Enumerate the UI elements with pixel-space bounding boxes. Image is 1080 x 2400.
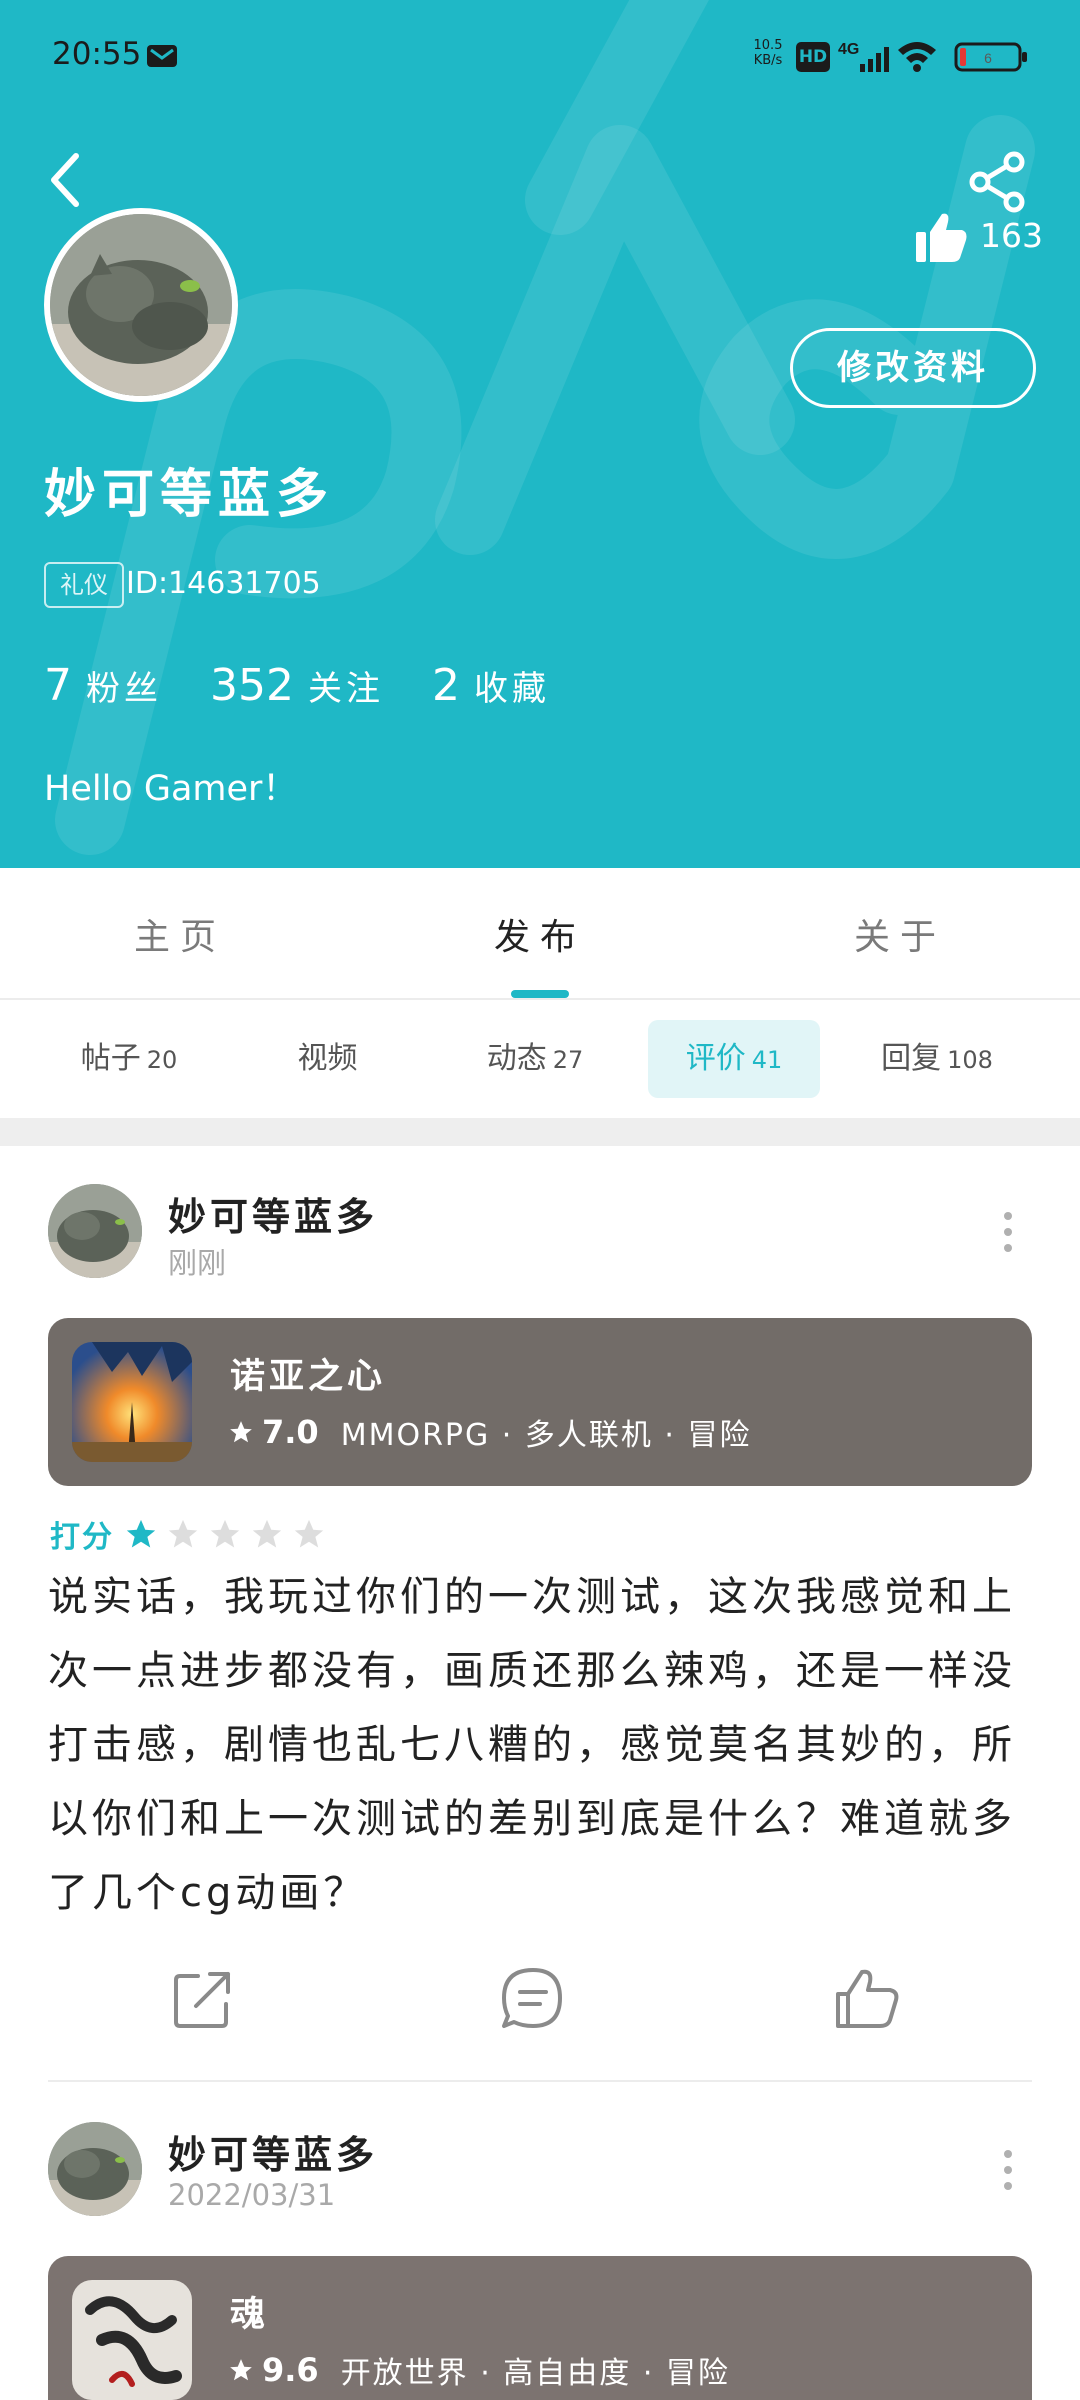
- game-meta: 7.0 MMORPG · 多人联机 · 冒险: [228, 1410, 751, 1454]
- cat-photo: [48, 2122, 142, 2216]
- following-label[interactable]: 关注: [308, 661, 384, 710]
- followers-count[interactable]: 7: [44, 660, 72, 711]
- post-author[interactable]: 妙可等蓝多: [168, 2124, 378, 2179]
- more-vertical-icon[interactable]: [998, 1210, 1018, 1254]
- game-card[interactable]: 魂 9.6 开放世界 · 高自由度 · 冒险: [48, 2256, 1032, 2400]
- subtab-reviews-label: 评价: [685, 1041, 746, 1076]
- edit-profile-button[interactable]: 修改资料: [790, 328, 1036, 408]
- thumbs-up-icon[interactable]: [914, 210, 968, 264]
- signal-4g-icon: 4G: [838, 41, 889, 72]
- section-divider: [0, 1118, 1080, 1146]
- star-icon: [230, 2359, 252, 2381]
- watermark-logo: [55, 0, 1035, 855]
- review-text[interactable]: 说实话，我玩过你们的一次测试，这次我感觉和上次一点进步都没有，画质还那么辣鸡，还…: [48, 1560, 1038, 1930]
- subtab-threads-count: 20: [146, 1046, 178, 1074]
- favorites-label[interactable]: 收藏: [474, 661, 550, 710]
- game-meta: 9.6 开放世界 · 高自由度 · 冒险: [228, 2348, 730, 2392]
- subtab-activity-count: 27: [552, 1046, 584, 1074]
- post-time: 刚刚: [168, 1246, 227, 1280]
- favorites-count[interactable]: 2: [432, 660, 460, 711]
- game-score: 7.0: [262, 1413, 319, 1451]
- cat-photo: [48, 1184, 142, 1278]
- game-icon: [72, 1342, 192, 1462]
- active-tab-indicator: [511, 990, 569, 998]
- followers-label[interactable]: 粉丝: [86, 661, 162, 710]
- rating-label: 打分: [50, 1520, 114, 1555]
- post-time: 2022/03/31: [168, 2178, 336, 2212]
- more-vertical-icon[interactable]: [998, 2148, 1018, 2192]
- subtab-replies-label: 回复: [881, 1041, 942, 1076]
- main-tabs: 主页 发布 关于: [0, 868, 1080, 1000]
- game-tags: 开放世界 · 高自由度 · 冒险: [340, 2356, 730, 2391]
- hd-icon: HD: [796, 42, 830, 72]
- profile-bio: Hello Gamer！: [44, 769, 298, 809]
- post-avatar[interactable]: [48, 1184, 142, 1278]
- network-speed-unit: KB/s: [753, 53, 783, 68]
- game-score: 9.6: [262, 2351, 319, 2389]
- game-icon: [72, 2280, 192, 2400]
- user-id: ID:14631705: [126, 566, 321, 601]
- share-icon[interactable]: [966, 150, 1030, 214]
- star-icon: [126, 1519, 156, 1548]
- network-type: 4G: [838, 41, 859, 58]
- game-name: 诺亚之心: [230, 1357, 387, 1397]
- subtab-threads[interactable]: 帖子 20: [54, 1020, 204, 1098]
- post-divider: [48, 2080, 1032, 2082]
- subtab-videos[interactable]: 视频: [270, 1020, 385, 1098]
- cat-photo: [50, 214, 232, 396]
- status-bar: 20:55 10.5 KB/s HD 4G 6: [0, 0, 1080, 110]
- profile-stats: 7 粉丝 352 关注 2 收藏: [44, 660, 598, 711]
- game-art: [72, 2280, 192, 2400]
- wifi-icon: [898, 42, 936, 72]
- mail-icon: [147, 45, 177, 67]
- star-icon: [294, 1519, 324, 1548]
- subtab-replies-count: 108: [947, 1046, 993, 1074]
- tab-about[interactable]: 关于: [800, 908, 1000, 960]
- tab-home[interactable]: 主页: [80, 908, 280, 960]
- star-icon: [252, 1519, 282, 1548]
- sub-tabs: 帖子 20 视频 动态 27 评价 41 回复 108: [0, 1000, 1080, 1118]
- thumbs-up-icon[interactable]: [832, 1964, 902, 2034]
- subtab-threads-label: 帖子: [80, 1041, 141, 1076]
- star-icon: [210, 1519, 240, 1548]
- avatar[interactable]: [44, 208, 238, 402]
- subtab-activity-label: 动态: [486, 1041, 547, 1076]
- subtab-reviews[interactable]: 评价 41: [648, 1020, 820, 1098]
- game-name: 魂: [230, 2295, 270, 2335]
- external-share-icon[interactable]: [168, 1964, 238, 2034]
- post-author[interactable]: 妙可等蓝多: [168, 1186, 378, 1241]
- comment-icon[interactable]: [498, 1964, 568, 2034]
- like-count: 163: [980, 216, 1043, 255]
- status-time: 20:55: [52, 36, 142, 72]
- following-count[interactable]: 352: [210, 660, 294, 711]
- network-speed: 10.5 KB/s: [748, 38, 788, 68]
- subtab-replies[interactable]: 回复 108: [862, 1020, 1012, 1098]
- subtab-videos-label: 视频: [297, 1041, 358, 1076]
- network-speed-value: 10.5: [753, 38, 783, 53]
- subtab-activity[interactable]: 动态 27: [460, 1020, 610, 1098]
- post-avatar[interactable]: [48, 2122, 142, 2216]
- game-tags: MMORPG · 多人联机 · 冒险: [340, 1418, 752, 1453]
- profile-username: 妙可等蓝多: [44, 465, 335, 525]
- subtab-reviews-count: 41: [751, 1046, 783, 1074]
- battery-icon: 6: [954, 42, 1027, 72]
- battery-level: 6: [984, 50, 992, 66]
- tab-posts[interactable]: 发布: [440, 908, 640, 960]
- star-icon: [168, 1519, 198, 1548]
- back-icon[interactable]: [40, 148, 90, 212]
- rating: 打分: [50, 1512, 334, 1556]
- etiquette-badge[interactable]: 礼仪: [44, 562, 124, 608]
- star-icon: [230, 1421, 252, 1443]
- profile-header: 20:55 10.5 KB/s HD 4G 6 163 修改资料 妙可等蓝多 礼…: [0, 0, 1080, 868]
- game-art: [72, 1342, 192, 1462]
- game-card[interactable]: 诺亚之心 7.0 MMORPG · 多人联机 · 冒险: [48, 1318, 1032, 1486]
